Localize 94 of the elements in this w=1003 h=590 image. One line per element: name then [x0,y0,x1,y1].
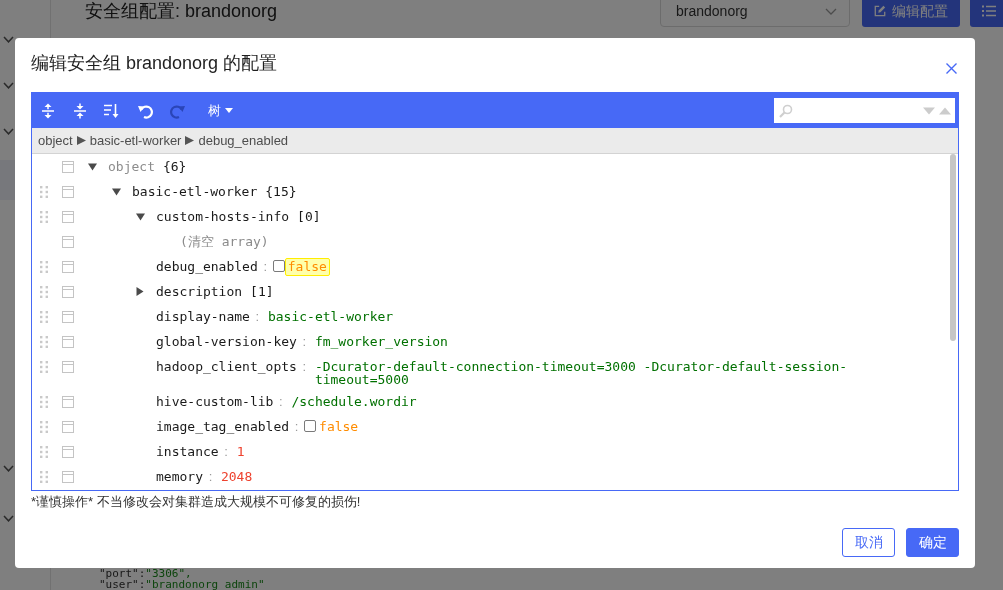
node-value[interactable]: basic-etl-worker [264,307,397,326]
node-value[interactable]: 2048 [217,467,256,486]
caret-down-icon[interactable] [111,187,121,196]
undo-icon [137,102,155,119]
node-key[interactable]: global-version-key [152,333,297,350]
node-count: [0] [297,208,321,225]
node-count: {15} [265,183,297,200]
drag-handle-icon[interactable] [40,360,48,373]
row-menu-icon[interactable] [62,260,74,273]
mode-dropdown[interactable]: 树 [206,98,235,123]
breadcrumb-item[interactable]: object [38,130,73,151]
code-line: "port":"3306", [99,568,192,579]
node-value[interactable]: /schedule.wordir [288,392,420,411]
node-count: {6} [162,158,187,175]
search-icon [779,103,793,118]
chevron-down-icon[interactable] [3,82,14,89]
node-value[interactable]: 1 [233,442,248,461]
row-menu-icon[interactable] [62,420,74,433]
node-key[interactable]: image_tag_enabled [152,418,290,435]
node-key[interactable]: description [152,283,243,300]
list-icon [982,5,996,17]
dialog-title: 编辑安全组 brandonorg 的配置 [31,51,278,75]
redo-icon [168,102,186,119]
scrollbar-thumb[interactable] [950,154,956,341]
node-key[interactable]: custom-hosts-info [152,208,290,225]
warning-text: *谨慎操作* 不当修改会对集群造成大规模不可修复的损伤! [31,493,362,511]
chevron-down-icon [825,7,837,15]
drag-handle-icon[interactable] [40,210,48,223]
row-menu-icon[interactable] [62,360,74,373]
row-menu-icon[interactable] [62,395,74,408]
caret-down-icon[interactable] [135,212,145,221]
node-value[interactable]: -Dcurator-default-connection-timeout=3000 -Dcurator-default-session-timeout=5000 [311,357,910,389]
drag-handle-icon[interactable] [40,395,48,408]
drag-handle-icon[interactable] [40,420,48,433]
checkbox[interactable] [272,259,285,272]
close-button[interactable] [943,60,959,76]
caret-down-icon[interactable] [87,162,97,171]
node-key[interactable]: memory [152,468,203,485]
row-menu-icon[interactable] [62,470,74,483]
row-menu-icon[interactable] [62,235,74,248]
chevron-down-icon[interactable] [3,36,14,43]
cancel-button[interactable]: 取消 [842,528,895,557]
row-menu-icon[interactable] [62,445,74,458]
drag-handle-icon[interactable] [40,285,48,298]
key-value-separator: : [254,308,261,325]
node-key[interactable]: hive-custom-lib [152,393,274,410]
node-count: [1] [250,283,274,300]
row-menu-icon[interactable] [62,335,74,348]
collapse-all-icon [72,102,88,119]
breadcrumb-item[interactable]: debug_enabled [198,130,289,151]
expand-all-icon [40,102,56,119]
key-value-separator: : [278,393,284,410]
node-key[interactable]: hadoop_client_opts [152,358,297,375]
node-key[interactable]: display-name [152,308,250,325]
row-menu-icon[interactable] [62,185,74,198]
key-value-separator: : [223,443,229,460]
node-key[interactable]: instance [152,443,219,460]
row-menu-icon[interactable] [62,310,74,323]
key-value-separator: : [301,358,308,375]
drag-handle-icon[interactable] [40,445,48,458]
search-field[interactable] [774,98,955,123]
key-value-separator: : [207,468,214,485]
row-menu-icon[interactable] [62,160,74,173]
node-key[interactable]: debug_enabled [152,258,258,275]
key-value-separator: : [301,333,308,350]
chevron-down-icon[interactable] [3,465,14,472]
caret-up-icon[interactable] [939,106,951,115]
chevron-down-icon[interactable] [3,128,14,135]
node-key[interactable]: basic-etl-worker [128,183,258,200]
drag-handle-icon[interactable] [40,470,48,483]
breadcrumb-separator-icon [76,136,86,145]
code-line: "user":"brandonorg_admin" [99,579,266,590]
drag-handle-icon[interactable] [40,260,48,273]
row-menu-icon[interactable] [62,210,74,223]
confirm-button[interactable]: 确定 [906,528,959,557]
node-value[interactable]: fm_worker_version [311,332,451,351]
sort-icon [103,102,119,119]
org-select[interactable]: brandonorg [660,0,850,27]
checkbox[interactable] [304,419,317,432]
row-menu-icon[interactable] [62,285,74,298]
empty-array-note: (清空 array) [179,233,269,250]
drag-handle-icon[interactable] [40,335,48,348]
close-icon [945,62,957,74]
chevron-down-icon[interactable] [3,515,14,522]
drag-handle-icon[interactable] [40,185,48,198]
drag-handle-icon[interactable] [40,310,48,323]
key-value-separator: : [293,418,300,435]
edit-icon [874,4,886,18]
caret-down-icon [225,108,233,113]
breadcrumb-separator-icon [185,136,195,145]
key-value-separator: : [262,258,269,275]
breadcrumb-item[interactable]: basic-etl-worker [89,130,182,151]
caret-right-icon[interactable] [136,287,144,296]
page-title: 安全组配置: brandonorg [85,0,278,23]
